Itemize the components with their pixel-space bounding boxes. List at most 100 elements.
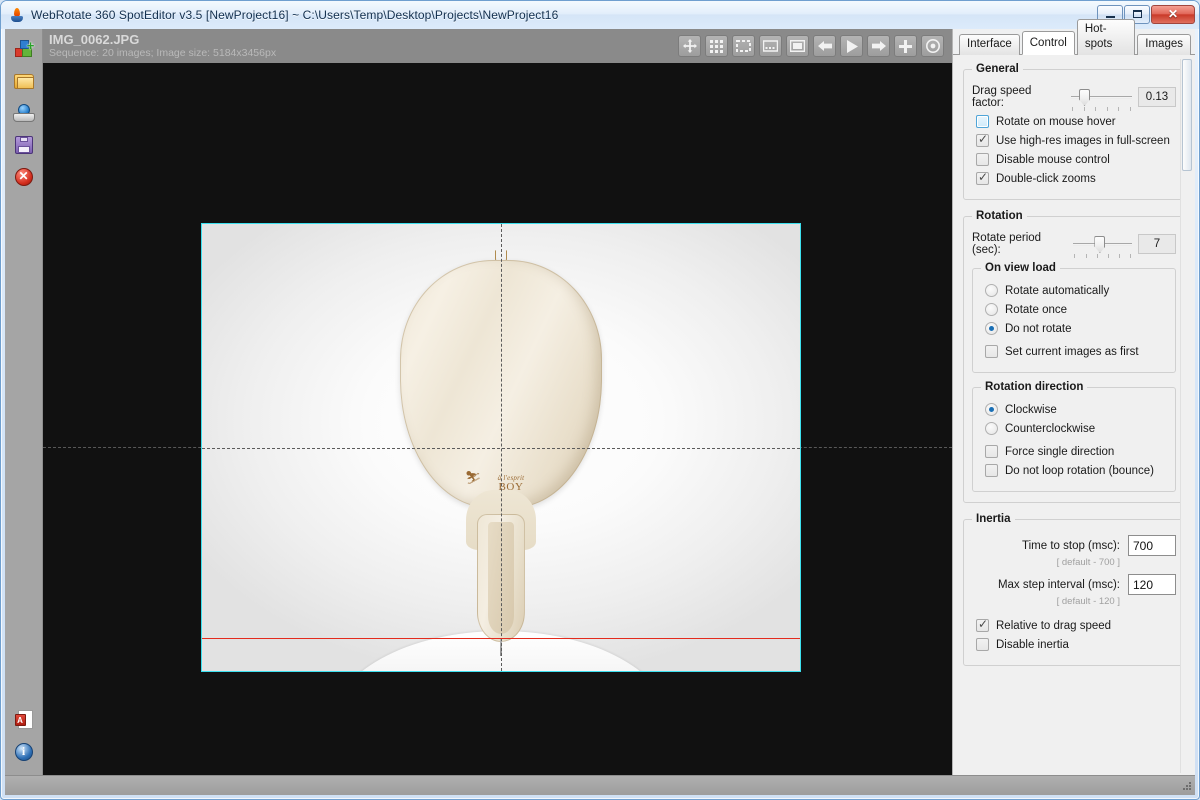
product-photo[interactable]: ⛷ à l'esprit BOY [201,223,801,672]
brand-name: BOY [498,481,524,493]
add-hotspot-button[interactable] [894,35,917,57]
checkbox-high-res-fullscreen[interactable]: Use high-res images in full-screen [976,132,1176,147]
support-pin [500,638,502,656]
filmstrip-icon [763,40,778,52]
radio-label: Rotate automatically [1005,284,1110,297]
filmstrip-tool-button[interactable] [759,35,782,57]
resize-grip[interactable] [1181,780,1193,792]
rotation-legend: Rotation [976,210,1023,222]
inertia-legend: Inertia [976,513,1011,525]
open-project-button[interactable] [9,66,39,96]
radio-clockwise[interactable]: Clockwise [985,403,1167,416]
drag-speed-value: 0.13 [1138,87,1176,107]
previous-image-button[interactable] [813,35,836,57]
properties-panel: Interface Control Hot-spots Images Gener… [952,19,1195,775]
panel-body: General Drag speed factor: 0.13 Rotate o… [953,55,1195,775]
checkbox-box[interactable] [976,153,989,166]
checkbox-box[interactable] [985,445,998,458]
play-icon [846,39,858,53]
radio-dot[interactable] [985,284,998,297]
radio-do-not-rotate[interactable]: Do not rotate [985,322,1167,335]
save-project-button[interactable] [9,130,39,160]
publish-button[interactable] [9,98,39,128]
checkbox-box[interactable] [985,345,998,358]
rotation-direction-legend: Rotation direction [985,381,1084,393]
checkbox-do-not-loop-rotation[interactable]: Do not loop rotation (bounce) [985,464,1167,477]
checkbox-rotate-on-hover[interactable]: Rotate on mouse hover [976,115,1176,128]
checkbox-box[interactable] [985,464,998,477]
on-view-load-legend: On view load [985,262,1056,274]
image-header-bar: IMG_0062.JPG Sequence: 20 images; Image … [43,29,952,63]
image-meta: IMG_0062.JPG Sequence: 20 images; Image … [49,29,276,63]
flame-icon [9,7,25,23]
radio-dot[interactable] [985,303,998,316]
checkbox-label: Force single direction [1005,445,1115,458]
image-canvas[interactable]: ⛷ à l'esprit BOY [43,63,952,775]
close-project-button[interactable]: ✕ [9,162,39,192]
checkbox-disable-mouse-control[interactable]: Disable mouse control [976,153,1176,166]
pan-tool-button[interactable] [678,35,701,57]
drag-speed-row: Drag speed factor: 0.13 [972,85,1176,111]
radio-rotate-automatically[interactable]: Rotate automatically [985,284,1167,297]
checkbox-box[interactable] [976,132,989,147]
time-to-stop-input[interactable]: 700 [1128,535,1176,556]
minimize-icon [1105,16,1115,18]
grid-tool-button[interactable] [705,35,728,57]
checkbox-box[interactable] [976,617,989,632]
marquee-dashed-icon [736,40,751,52]
checkbox-disable-inertia[interactable]: Disable inertia [976,638,1176,651]
client-area: + ✕ A i IMG_0062.JPG Sequence: 20 images… [5,19,1195,775]
panel-scrollbar[interactable] [1180,59,1193,773]
radio-rotate-once[interactable]: Rotate once [985,303,1167,316]
checkbox-box[interactable] [976,115,989,128]
radio-counterclockwise[interactable]: Counterclockwise [985,422,1167,435]
fit-screen-tool-button[interactable] [786,35,809,57]
tab-hot-spots[interactable]: Hot-spots [1076,19,1136,55]
crop-tool-button[interactable] [732,35,755,57]
slider-ticks [1072,107,1131,111]
about-button[interactable]: i [9,737,39,767]
new-project-button[interactable]: + [9,34,39,64]
arrow-right-icon [871,41,886,51]
checkbox-relative-to-drag-speed[interactable]: Relative to drag speed [976,617,1176,632]
application-window: WebRotate 360 SpotEditor v3.5 [NewProjec… [0,0,1200,800]
max-step-interval-label: Max step interval (msc): [997,578,1120,591]
radio-label: Do not rotate [1005,322,1072,335]
checkbox-double-click-zooms[interactable]: Double-click zooms [976,170,1176,185]
panel-scrollbar-thumb[interactable] [1182,59,1192,171]
move-arrows-icon [682,39,697,53]
pdf-icon: A [14,710,33,730]
checkbox-box[interactable] [976,170,989,185]
close-button[interactable]: ✕ [1151,4,1195,24]
play-sequence-button[interactable] [840,35,863,57]
slider-thumb[interactable] [1094,236,1106,253]
checkbox-box[interactable] [976,638,989,651]
player-figure-icon: ⛷ [465,470,482,485]
checkbox-label: Rotate on mouse hover [996,115,1116,128]
inertia-group: Inertia Time to stop (msc): 700 [ defaul… [963,513,1185,666]
plus-icon [899,39,912,53]
next-image-button[interactable] [867,35,890,57]
paddle-head-edge [400,260,602,508]
paddle-grip-inner [488,522,514,634]
checkbox-force-single-direction[interactable]: Force single direction [985,445,1167,458]
radio-dot[interactable] [985,403,998,416]
drag-speed-slider[interactable] [1071,88,1132,111]
rotate-period-label: Rotate period (sec): [972,232,1042,256]
radio-dot[interactable] [985,322,998,335]
pdf-help-button[interactable]: A [9,705,39,735]
max-step-interval-row: Max step interval (msc): 120 [972,574,1176,595]
tab-control[interactable]: Control [1021,31,1075,55]
radio-dot[interactable] [985,422,998,435]
time-to-stop-default-note: [ default - 700 ] [1056,557,1120,568]
tab-interface[interactable]: Interface [959,34,1020,55]
tab-images[interactable]: Images [1137,34,1191,55]
spot-target-button[interactable] [921,35,944,57]
checkbox-set-current-images-as-first[interactable]: Set current images as first [985,345,1167,358]
title-bar: WebRotate 360 SpotEditor v3.5 [NewProjec… [1,1,1199,29]
max-step-interval-input[interactable]: 120 [1128,574,1176,595]
rotate-period-slider[interactable] [1073,235,1132,258]
slider-thumb[interactable] [1079,89,1091,106]
rotate-period-row: Rotate period (sec): 7 [972,232,1176,258]
time-to-stop-label: Time to stop (msc): [1022,539,1120,552]
